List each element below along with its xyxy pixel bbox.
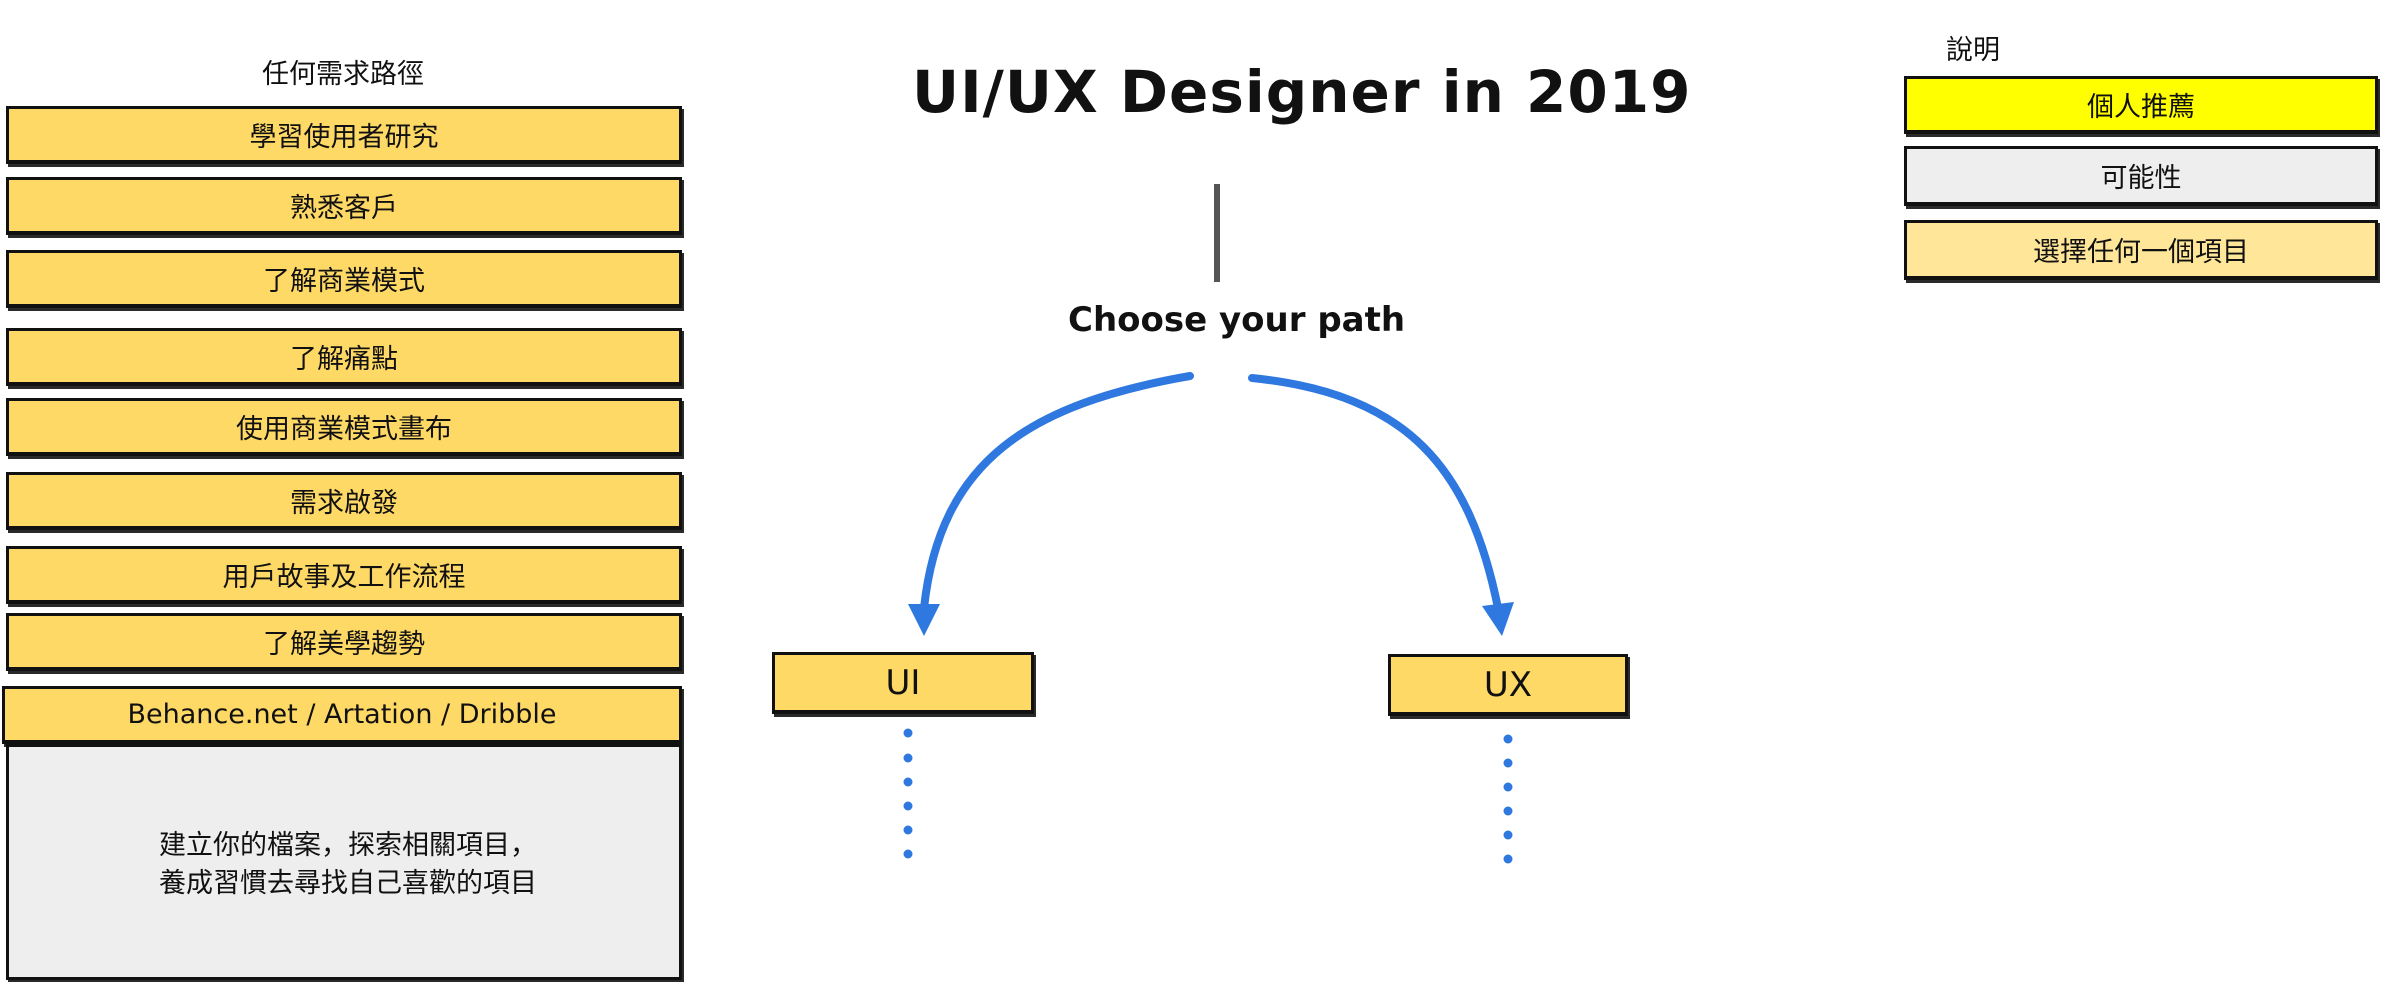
legend-choose-any-item: 選擇任何一個項目: [1904, 220, 2378, 280]
legend-heading: 說明: [1946, 35, 2000, 66]
legend-personal-recommendation: 個人推薦: [1904, 76, 2378, 134]
arrow-to-ui: [920, 372, 1194, 612]
ui-path-box: UI: [772, 652, 1034, 714]
arrow-head-ui: [908, 604, 940, 636]
ux-path-box: UX: [1388, 654, 1628, 716]
ux-dotted-continuation: [1503, 734, 1513, 864]
ui-dotted-continuation: [903, 728, 913, 859]
legend-possibility: 可能性: [1904, 146, 2378, 206]
arrow-to-ux: [1248, 374, 1502, 612]
arrow-head-ux: [1482, 602, 1514, 636]
